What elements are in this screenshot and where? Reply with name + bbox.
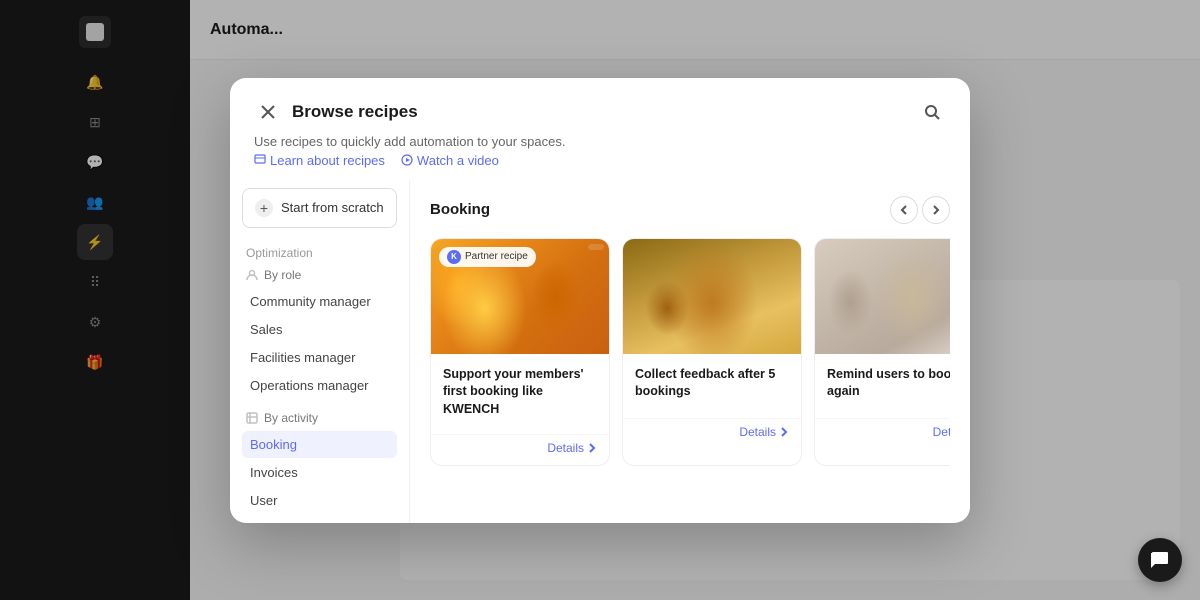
optimization-label: Optimization <box>242 240 397 264</box>
nav-facilities-manager[interactable]: Facilities manager <box>242 344 397 371</box>
recipe-card-1[interactable]: K Partner recipe Support your members' f… <box>430 238 610 467</box>
learn-recipes-label: Learn about recipes <box>270 153 385 168</box>
modal-search-button[interactable] <box>918 98 946 126</box>
learn-recipes-link[interactable]: Learn about recipes <box>254 153 385 168</box>
card-1-image: K Partner recipe <box>431 239 609 354</box>
modal-links: Learn about recipes Watch a video <box>230 153 970 180</box>
by-activity-label: By activity <box>264 411 318 425</box>
plus-icon: + <box>255 199 273 217</box>
nav-booking[interactable]: Booking <box>242 431 397 458</box>
by-role-label: By role <box>264 268 301 282</box>
card-3-footer: Deta... <box>815 418 950 449</box>
card-3-body: Remind users to book again <box>815 354 950 418</box>
by-activity-header: By activity <box>242 407 397 429</box>
nav-user[interactable]: User <box>242 487 397 514</box>
card-1-title: Support your members' first booking like… <box>443 366 597 419</box>
card-2-details-label: Details <box>739 425 776 439</box>
card-1-details-link[interactable]: Details <box>547 441 597 455</box>
section-header: Booking <box>430 196 950 224</box>
section-title: Booking <box>430 201 490 218</box>
nav-community-manager[interactable]: Community manager <box>242 288 397 315</box>
start-from-scratch-button[interactable]: + Start from scratch <box>242 188 397 228</box>
card-2-details-link[interactable]: Details <box>739 425 789 439</box>
partner-badge: K Partner recipe <box>439 247 536 267</box>
card-2-body: Collect feedback after 5 bookings <box>623 354 801 418</box>
modal-body: + Start from scratch Optimization By rol… <box>230 180 970 523</box>
watch-video-label: Watch a video <box>417 153 499 168</box>
card-3-details-link[interactable]: Deta... <box>933 425 950 439</box>
modal-sidebar-nav: + Start from scratch Optimization By rol… <box>230 180 410 523</box>
card-1-body: Support your members' first booking like… <box>431 354 609 435</box>
card-3-image <box>815 239 950 354</box>
modal-recipes-content: Booking K Partner recipe <box>410 180 970 523</box>
card-1-details-label: Details <box>547 441 584 455</box>
by-role-header: By role <box>242 264 397 286</box>
card-3-title: Remind users to book again <box>827 366 950 402</box>
next-arrow-button[interactable] <box>922 196 950 224</box>
partner-badge-label: Partner recipe <box>465 251 528 262</box>
watch-video-link[interactable]: Watch a video <box>401 153 499 168</box>
modal-header-left: Browse recipes <box>254 98 418 126</box>
partner-k-icon: K <box>447 250 461 264</box>
card-2-title: Collect feedback after 5 bookings <box>635 366 789 402</box>
start-scratch-label: Start from scratch <box>281 200 384 215</box>
chat-button[interactable] <box>1138 538 1182 582</box>
modal-subtitle: Use recipes to quickly add automation to… <box>230 126 970 153</box>
nav-invoices[interactable]: Invoices <box>242 459 397 486</box>
modal-header: Browse recipes <box>230 78 970 126</box>
recipe-cards-row: K Partner recipe Support your members' f… <box>430 238 950 467</box>
browse-recipes-modal: Browse recipes Use recipes to quickly ad… <box>230 78 970 523</box>
nav-sales[interactable]: Sales <box>242 316 397 343</box>
card-2-footer: Details <box>623 418 801 449</box>
nav-arrows <box>890 196 950 224</box>
close-button[interactable] <box>254 98 282 126</box>
recipe-card-2[interactable]: Collect feedback after 5 bookings Detail… <box>622 238 802 467</box>
nav-operations-manager[interactable]: Operations manager <box>242 372 397 399</box>
card-1-footer: Details <box>431 434 609 465</box>
modal-title: Browse recipes <box>292 102 418 122</box>
card-2-image <box>623 239 801 354</box>
recipe-card-3[interactable]: Remind users to book again Deta... <box>814 238 950 467</box>
card-3-details-label: Deta... <box>933 425 950 439</box>
prev-arrow-button[interactable] <box>890 196 918 224</box>
